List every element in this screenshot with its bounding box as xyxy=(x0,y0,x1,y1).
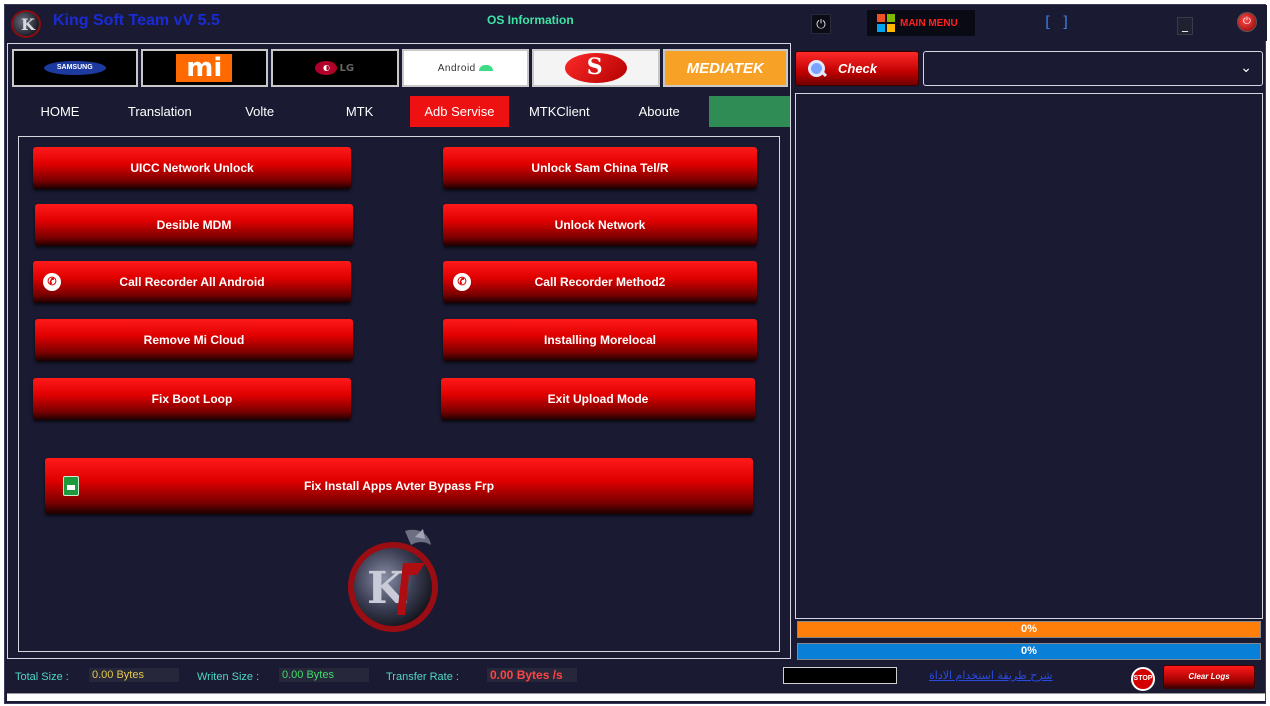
stop-icon[interactable]: STOP xyxy=(1131,667,1155,691)
power-icon[interactable]: ⏻ xyxy=(811,14,831,34)
remove-mi-cloud-button[interactable]: Remove Mi Cloud xyxy=(35,319,353,361)
bottom-scrollbar[interactable] xyxy=(7,693,1265,701)
phone-icon: ✆ xyxy=(43,273,61,291)
fix-boot-loop-button[interactable]: Fix Boot Loop xyxy=(33,378,351,420)
brand-mediatek-button[interactable]: MEDIATEK xyxy=(662,49,788,87)
fix-install-apps-button[interactable]: Fix Install Apps Avter Bypass Frp xyxy=(45,458,753,514)
tab-aboute[interactable]: Aboute xyxy=(609,96,709,127)
lg-circle-icon: ◐ xyxy=(315,61,338,75)
uicc-network-unlock-button[interactable]: UICC Network Unlock xyxy=(33,147,351,189)
status-box xyxy=(783,667,897,684)
brand-xiaomi-button[interactable]: mi xyxy=(140,49,268,87)
check-button[interactable]: Check xyxy=(795,51,919,86)
left-panel: SAMSUNG mi ◐ LG Android MEDIATEK xyxy=(7,43,791,659)
writen-size-value: 0.00 Bytes xyxy=(279,668,369,682)
help-link[interactable]: شرح طريقة استخدام الاداة xyxy=(929,669,1053,682)
tab-volte[interactable]: Volte xyxy=(210,96,310,127)
brand-samsung-button[interactable]: SAMSUNG xyxy=(12,49,138,87)
title-bar: King Soft Team vV 5.5 OS Information ⏻ M… xyxy=(5,5,1267,41)
call-recorder-method2-button[interactable]: ✆ Call Recorder Method2 xyxy=(443,261,757,303)
tab-extra[interactable] xyxy=(709,96,791,127)
device-select[interactable]: ⌄ xyxy=(923,51,1263,86)
close-icon[interactable]: ⏻ xyxy=(1237,12,1257,32)
installing-morelocal-button[interactable]: Installing Morelocal xyxy=(443,319,757,361)
chevron-down-icon: ⌄ xyxy=(1240,60,1252,76)
brand-lg-button[interactable]: ◐ LG xyxy=(271,49,399,87)
android-icon xyxy=(478,65,493,71)
tab-translation[interactable]: Translation xyxy=(110,96,210,127)
status-bar: Total Size : 0.00 Bytes Writen Size : 0.… xyxy=(5,663,1267,691)
brand-android-button[interactable]: Android xyxy=(401,49,529,87)
mi-logo: mi xyxy=(176,54,233,82)
button-label: Unlock Network xyxy=(554,218,646,232)
maximize-button[interactable]: [ ] xyxy=(1043,13,1070,31)
button-label: Desible MDM xyxy=(156,218,232,232)
clear-logs-button[interactable]: Clear Logs xyxy=(1163,665,1255,689)
tab-adb-servise[interactable]: Adb Servise xyxy=(409,96,510,127)
app-title: King Soft Team vV 5.5 xyxy=(53,12,220,29)
desible-mdm-button[interactable]: Desible MDM xyxy=(35,204,353,246)
nav-tabs: HOME Translation Volte MTK Adb Servise M… xyxy=(10,96,791,127)
button-label: Fix Boot Loop xyxy=(151,392,233,406)
tab-home[interactable]: HOME xyxy=(10,96,110,127)
lg-text: LG xyxy=(339,62,355,74)
os-information-button[interactable]: OS Information xyxy=(487,13,574,27)
progress-bar-secondary: 0% xyxy=(797,643,1261,660)
brand-strip: SAMSUNG mi ◐ LG Android MEDIATEK xyxy=(12,49,788,87)
button-label: Call Recorder Method2 xyxy=(534,275,666,289)
unlock-sam-china-button[interactable]: Unlock Sam China Tel/R xyxy=(443,147,757,189)
log-area[interactable] xyxy=(795,93,1263,619)
button-label: UICC Network Unlock xyxy=(130,161,254,175)
snapdragon-icon xyxy=(564,53,627,83)
minimize-icon[interactable]: _ xyxy=(1177,17,1193,35)
unlock-network-button[interactable]: Unlock Network xyxy=(443,204,757,246)
app-window: King Soft Team vV 5.5 OS Information ⏻ M… xyxy=(4,4,1267,704)
button-label: Installing Morelocal xyxy=(543,333,657,347)
total-size-value: 0.00 Bytes xyxy=(89,668,179,682)
button-label: Exit Upload Mode xyxy=(547,392,649,406)
kt-dragon-logo-icon: K xyxy=(348,529,438,632)
exit-upload-mode-button[interactable]: Exit Upload Mode xyxy=(441,378,755,420)
app-logo-icon xyxy=(11,10,41,38)
adb-content-panel: UICC Network Unlock Unlock Sam China Tel… xyxy=(18,136,780,652)
transfer-rate-value: 0.00 Bytes /s xyxy=(487,668,577,682)
button-label: Unlock Sam China Tel/R xyxy=(531,161,669,175)
main-menu-label: MAIN MENU xyxy=(900,17,958,29)
progress-bar-primary: 0% xyxy=(797,621,1261,638)
total-size-label: Total Size : xyxy=(15,671,69,683)
brand-qualcomm-button[interactable] xyxy=(532,49,660,87)
lg-logo: ◐ LG xyxy=(315,61,354,75)
button-label: Fix Install Apps Avter Bypass Frp xyxy=(303,479,495,493)
samsung-logo: SAMSUNG xyxy=(43,61,106,75)
mediatek-logo: MEDIATEK xyxy=(686,59,764,77)
button-label: Call Recorder All Android xyxy=(119,275,265,289)
windows-icon xyxy=(877,14,895,32)
tab-mtk[interactable]: MTK xyxy=(310,96,410,127)
button-label: Remove Mi Cloud xyxy=(143,333,245,347)
phone-icon: ✆ xyxy=(453,273,471,291)
main-menu-button[interactable]: MAIN MENU xyxy=(867,10,975,36)
apk-icon xyxy=(63,476,79,496)
search-icon xyxy=(808,59,826,78)
call-recorder-all-android-button[interactable]: ✆ Call Recorder All Android xyxy=(33,261,351,303)
android-logo: Android xyxy=(437,62,476,74)
transfer-rate-label: Transfer Rate : xyxy=(386,671,459,683)
check-label: Check xyxy=(838,61,878,76)
writen-size-label: Writen Size : xyxy=(197,671,260,683)
tab-mtkclient[interactable]: MTKClient xyxy=(509,96,609,127)
